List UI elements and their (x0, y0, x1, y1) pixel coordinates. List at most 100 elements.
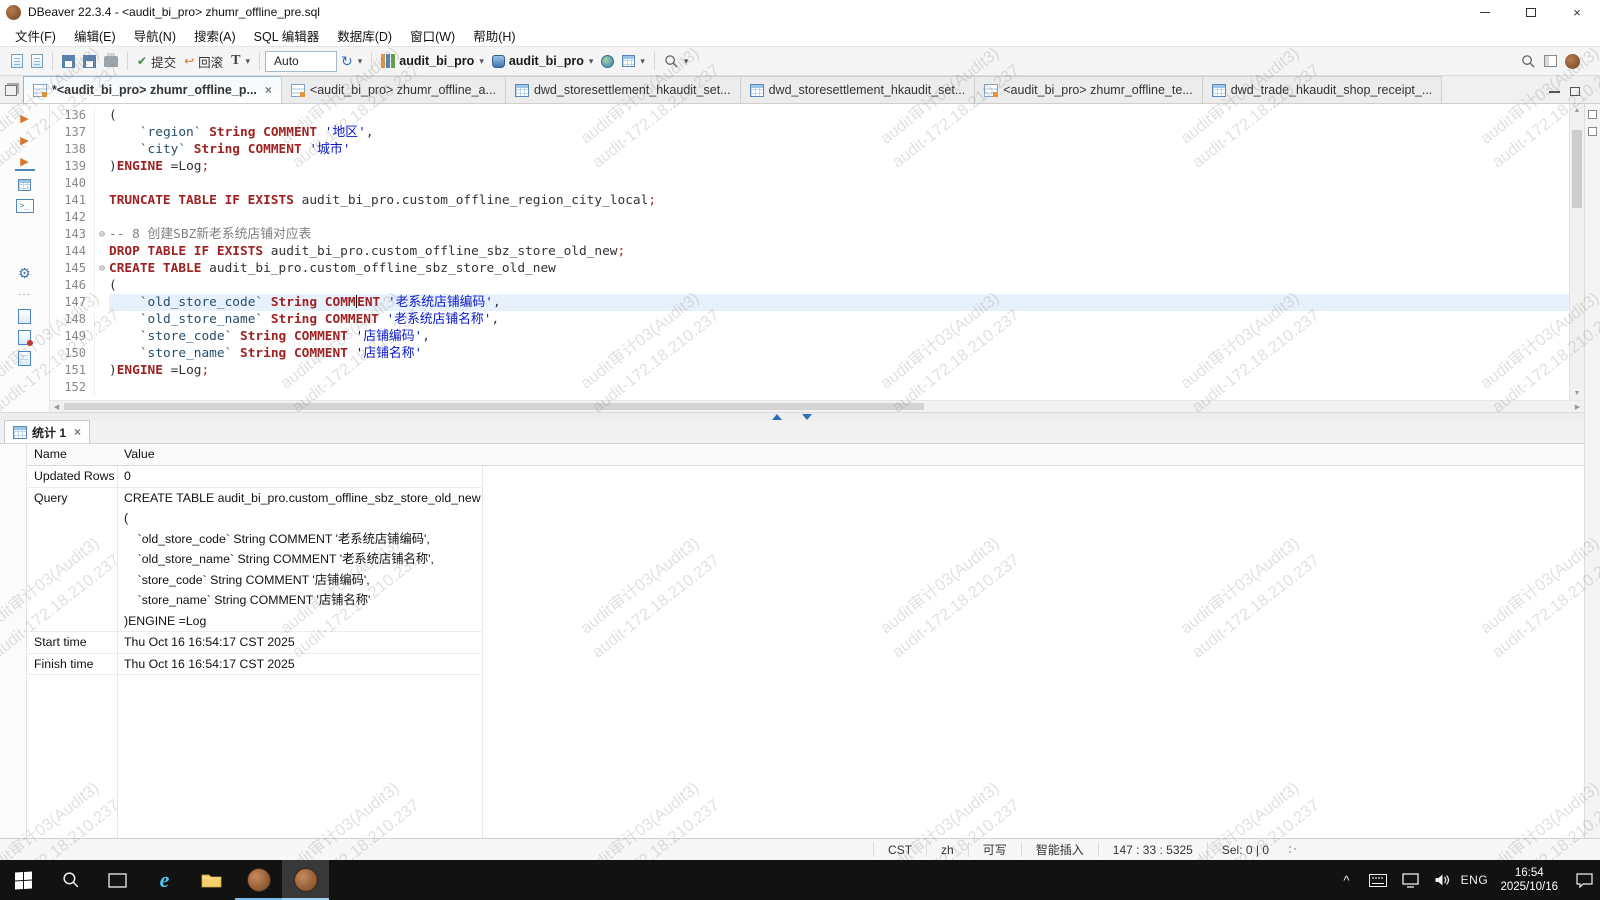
panel-splitter[interactable] (0, 412, 1584, 420)
outline-view-icon[interactable] (1588, 110, 1597, 119)
close-icon[interactable]: × (74, 425, 81, 439)
splitter-down-icon[interactable] (802, 414, 812, 420)
stats-tab[interactable]: 统计 1 × (4, 420, 90, 443)
editor-line[interactable]: 151)ENGINE =Log; (50, 362, 1569, 379)
refresh-button[interactable]: ↻ ▾ (337, 49, 366, 73)
cell-name[interactable]: Query (27, 488, 117, 509)
explain-plan-icon[interactable] (15, 177, 35, 193)
editor-line[interactable]: 146( (50, 277, 1569, 294)
scroll-down-icon[interactable]: ▼ (1570, 387, 1584, 400)
print-button[interactable] (100, 49, 122, 73)
save-all-button[interactable] (79, 49, 100, 73)
status-language[interactable]: zh (926, 842, 968, 857)
status-selection[interactable]: Sel: 0 | 0 (1207, 842, 1283, 857)
execute-statement-icon[interactable]: ▶ (15, 111, 35, 127)
cell-name[interactable]: Updated Rows (27, 466, 117, 487)
fast-view-icon[interactable] (1588, 127, 1597, 136)
editor-line[interactable]: 141TRUNCATE TABLE IF EXISTS audit_bi_pro… (50, 192, 1569, 209)
editor-line[interactable]: 145⊖CREATE TABLE audit_bi_pro.custom_off… (50, 260, 1569, 277)
maximize-view-icon[interactable] (1570, 87, 1580, 96)
scroll-up-icon[interactable]: ▲ (1570, 104, 1584, 117)
editor-tab[interactable]: dwd_storesettlement_hkaudit_set... (740, 76, 976, 103)
editor-line[interactable]: 136( (50, 107, 1569, 124)
tray-expand-button[interactable]: ^ (1330, 860, 1362, 900)
internet-explorer-button[interactable]: e (141, 860, 188, 900)
script-delete-icon[interactable] (18, 330, 31, 345)
taskbar-search-button[interactable] (47, 860, 94, 900)
network-button[interactable] (1394, 860, 1426, 900)
new-sql-editor-button[interactable] (7, 49, 27, 73)
commit-button[interactable]: ✔ 提交 (133, 49, 180, 73)
menu-item[interactable]: 帮助(H) (464, 26, 524, 45)
status-writable[interactable]: 可写 (968, 842, 1021, 857)
connection-selector[interactable]: audit_bi_pro ▾ (377, 49, 488, 73)
cell-value[interactable]: 0 (117, 466, 483, 487)
editor-line[interactable]: 143⊖-- 8 创建SBZ新老系统店铺对应表 (50, 226, 1569, 243)
restore-editor-area-icon[interactable] (5, 85, 17, 96)
menu-item[interactable]: 数据库(D) (328, 26, 401, 45)
rollback-button[interactable]: ↩ 回滚 (180, 49, 227, 73)
code-area[interactable]: 136(137 `region` String COMMENT '地区',138… (50, 104, 1569, 400)
maximize-button[interactable] (1508, 0, 1554, 24)
open-perspective-icon[interactable] (1544, 55, 1557, 67)
editor-line[interactable]: 140 (50, 175, 1569, 192)
editor-line[interactable]: 139)ENGINE =Log; (50, 158, 1569, 175)
editor-line[interactable]: 149 `store_code` String COMMENT '店铺编码', (50, 328, 1569, 345)
editor-line[interactable]: 144DROP TABLE IF EXISTS audit_bi_pro.cus… (50, 243, 1569, 260)
cell-value[interactable]: Thu Oct 16 16:54:17 CST 2025 (117, 632, 483, 653)
status-timezone[interactable]: CST (873, 842, 926, 857)
commit-mode-combo[interactable]: Auto (265, 51, 337, 72)
script-grid-icon[interactable] (18, 351, 31, 366)
menu-item[interactable]: 编辑(E) (65, 26, 125, 45)
cell-name[interactable]: Start time (27, 632, 117, 653)
editor-tab[interactable]: <audit_bi_pro> zhumr_offline_te... (974, 76, 1202, 103)
navigator-button[interactable] (597, 49, 618, 73)
scroll-left-icon[interactable]: ◀ (50, 401, 63, 412)
sql-editor[interactable]: 136(137 `region` String COMMENT '地区',138… (50, 104, 1584, 412)
minimize-button[interactable] (1462, 0, 1508, 24)
volume-button[interactable] (1426, 860, 1458, 900)
scroll-right-icon[interactable]: ▶ (1571, 401, 1584, 412)
editor-line[interactable]: 137 `region` String COMMENT '地区', (50, 124, 1569, 141)
fold-marker-icon[interactable]: ⊖ (94, 226, 109, 243)
splitter-up-icon[interactable] (772, 414, 782, 420)
cell-value[interactable]: CREATE TABLE audit_bi_pro.custom_offline… (117, 488, 483, 632)
menu-item[interactable]: 文件(F) (6, 26, 65, 45)
editor-tab[interactable]: dwd_trade_hkaudit_shop_receipt_... (1202, 76, 1443, 103)
taskbar-clock[interactable]: 16:54 2025/10/16 (1490, 860, 1568, 900)
start-button[interactable] (0, 860, 47, 900)
editor-line[interactable]: 152 (50, 379, 1569, 396)
save-button[interactable] (58, 49, 79, 73)
close-button[interactable]: × (1554, 0, 1600, 24)
menu-item[interactable]: 窗口(W) (401, 26, 464, 45)
grid-presentation-button[interactable]: ▾ (618, 49, 649, 73)
column-header-value[interactable]: Value (117, 444, 482, 465)
editor-tab[interactable]: dwd_storesettlement_hkaudit_set... (505, 76, 741, 103)
fold-marker-icon[interactable]: ⊖ (94, 260, 109, 277)
scrollbar-thumb[interactable] (1572, 130, 1582, 208)
column-header-name[interactable]: Name (27, 444, 117, 465)
editor-tab[interactable]: *<audit_bi_pro> zhumr_offline_p...× (23, 76, 282, 103)
execute-script-icon[interactable]: ▶ (15, 133, 35, 149)
language-indicator[interactable]: ENG (1458, 860, 1490, 900)
schema-selector[interactable]: audit_bi_pro ▾ (488, 49, 598, 73)
menu-item[interactable]: SQL 编辑器 (245, 26, 329, 45)
touch-keyboard-button[interactable] (1362, 860, 1394, 900)
task-view-button[interactable] (94, 860, 141, 900)
execute-new-tab-icon[interactable]: ▶ (15, 155, 35, 171)
quick-search-icon[interactable] (1521, 54, 1536, 69)
status-caret-position[interactable]: 147 : 33 : 5325 (1098, 842, 1207, 857)
editor-line[interactable]: 138 `city` String COMMENT '城市' (50, 141, 1569, 158)
scrollbar-thumb[interactable] (64, 403, 924, 410)
editor-line[interactable]: 150 `store_name` String COMMENT '店铺名称' (50, 345, 1569, 362)
dbeaver-taskbar-button[interactable] (235, 860, 282, 900)
close-icon[interactable]: × (265, 83, 272, 97)
search-button[interactable]: ▾ (660, 49, 693, 73)
menu-item[interactable]: 导航(N) (125, 26, 185, 45)
cell-value[interactable]: Thu Oct 16 16:54:17 CST 2025 (117, 654, 483, 675)
sql-console-icon[interactable]: >_ (16, 199, 34, 213)
settings-gear-icon[interactable]: ⚙ (15, 265, 35, 281)
open-sql-editor-button[interactable] (27, 49, 47, 73)
dbeaver-perspective-icon[interactable] (1565, 54, 1580, 69)
status-insert-mode[interactable]: 智能插入 (1021, 842, 1098, 857)
